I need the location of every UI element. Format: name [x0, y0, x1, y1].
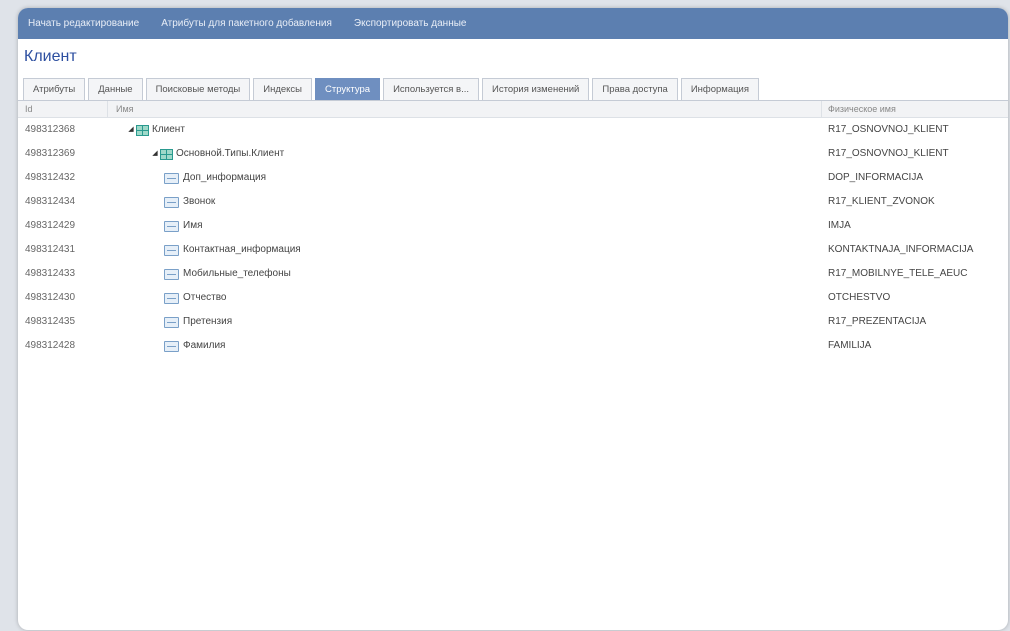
table-icon — [160, 148, 173, 160]
row-name: Мобильные_телефоны — [183, 268, 291, 279]
row-id: 498312433 — [25, 268, 76, 279]
batch-attributes-button[interactable]: Атрибуты для пакетного добавления — [161, 18, 332, 29]
row-id: 498312428 — [25, 340, 76, 351]
row-physical-name: KONTAKTNAJA_INFORMACIJA — [828, 244, 974, 255]
field-icon — [164, 340, 179, 352]
row-id: 498312431 — [25, 244, 76, 255]
table-row[interactable]: 498312430 Отчество OTCHESTVO — [18, 286, 1008, 310]
field-icon — [164, 244, 179, 256]
expand-collapse-icon[interactable]: ◢ — [150, 142, 160, 166]
table-row[interactable]: 498312369 ◢ Основной.Типы.Клиент R17_OSNOVN… — [18, 142, 1008, 166]
row-name: Отчество — [183, 292, 227, 303]
grid-body: 498312368 ◢ Клиент R17_OSNOVNOJ_KLIENT 49831… — [18, 118, 1008, 358]
row-name: Контактная_информация — [183, 244, 301, 255]
row-physical-name: R17_OSNOVNOJ_KLIENT — [828, 124, 949, 135]
table-icon — [136, 124, 149, 136]
row-physical-name: R17_PREZENTACIJA — [828, 316, 927, 327]
row-physical-name: R17_MOBILNYE_TELE_AEUC — [828, 268, 968, 279]
tab-structure[interactable]: Структура — [315, 78, 381, 100]
structure-grid: Id Имя Физическое имя 498312368 ◢ Клиент R1… — [18, 101, 1008, 358]
column-header-name[interactable]: Имя — [108, 101, 822, 117]
table-row[interactable]: 498312434 Звонок R17_KLIENT_ZVONOK — [18, 190, 1008, 214]
field-icon — [164, 172, 179, 184]
row-physical-name: DOP_INFORMACIJA — [828, 172, 924, 183]
row-name-cell: Доп_информация — [108, 166, 822, 190]
expand-collapse-icon[interactable]: ◢ — [126, 118, 136, 142]
tab-bar: Атрибуты Данные Поисковые методы Индексы… — [18, 74, 1008, 101]
row-name-cell: Фамилия — [108, 334, 822, 358]
table-row[interactable]: 498312368 ◢ Клиент R17_OSNOVNOJ_KLIENT — [18, 118, 1008, 142]
field-icon — [164, 220, 179, 232]
tab-information[interactable]: Информация — [680, 78, 760, 100]
tab-data[interactable]: Данные — [88, 78, 143, 100]
row-id: 498312432 — [25, 172, 76, 183]
table-row[interactable]: 498312428 Фамилия FAMILIJA — [18, 334, 1008, 358]
column-header-physical-name[interactable]: Физическое имя — [822, 101, 1008, 117]
row-physical-name: R17_OSNOVNOJ_KLIENT — [828, 148, 949, 159]
row-name: Клиент — [152, 124, 185, 135]
table-row[interactable]: 498312432 Доп_информация DOP_INFORMACIJA — [18, 166, 1008, 190]
tab-history[interactable]: История изменений — [482, 78, 590, 100]
row-name-cell: Претензия — [108, 310, 822, 334]
table-row[interactable]: 498312431 Контактная_информация KONTAKTNAJ… — [18, 238, 1008, 262]
row-physical-name: R17_KLIENT_ZVONOK — [828, 196, 935, 207]
table-row[interactable]: 498312435 Претензия R17_PREZENTACIJA — [18, 310, 1008, 334]
row-name-cell: Контактная_информация — [108, 238, 822, 262]
grid-header: Id Имя Физическое имя — [18, 101, 1008, 118]
row-name-cell: Имя — [108, 214, 822, 238]
row-id: 498312369 — [25, 148, 76, 159]
row-id: 498312435 — [25, 316, 76, 327]
row-name: Основной.Типы.Клиент — [176, 148, 285, 159]
export-data-button[interactable]: Экспортировать данные — [354, 18, 467, 29]
tab-used-in[interactable]: Используется в... — [383, 78, 479, 100]
column-header-id[interactable]: Id — [18, 101, 108, 117]
table-row[interactable]: 498312429 Имя IMJA — [18, 214, 1008, 238]
row-id: 498312434 — [25, 196, 76, 207]
tab-access-rights[interactable]: Права доступа — [592, 78, 678, 100]
table-row[interactable]: 498312433 Мобильные_телефоны R17_MOBILNYE_… — [18, 262, 1008, 286]
start-editing-button[interactable]: Начать редактирование — [28, 18, 139, 29]
tab-search-methods[interactable]: Поисковые методы — [145, 78, 251, 100]
row-name: Претензия — [183, 316, 233, 327]
row-name: Звонок — [183, 196, 216, 207]
row-name-cell: ◢ Клиент — [108, 118, 822, 142]
row-name-cell: ◢ Основной.Типы.Клиент — [108, 142, 822, 166]
row-name: Доп_информация — [183, 172, 267, 183]
row-name-cell: Звонок — [108, 190, 822, 214]
row-id: 498312429 — [25, 220, 76, 231]
tab-attributes[interactable]: Атрибуты — [23, 78, 86, 100]
row-id: 498312430 — [25, 292, 76, 303]
row-physical-name: OTCHESTVO — [828, 292, 891, 303]
field-icon — [164, 268, 179, 280]
row-name: Фамилия — [183, 340, 226, 351]
tab-indexes[interactable]: Индексы — [253, 78, 313, 100]
row-physical-name: IMJA — [828, 220, 851, 231]
toolbar: Начать редактирование Атрибуты для пакет… — [18, 8, 1008, 39]
row-name-cell: Мобильные_телефоны — [108, 262, 822, 286]
row-name: Имя — [183, 220, 203, 231]
row-physical-name: FAMILIJA — [828, 340, 872, 351]
page-title: Клиент — [24, 48, 77, 65]
main-window: Начать редактирование Атрибуты для пакет… — [18, 8, 1008, 630]
field-icon — [164, 316, 179, 328]
row-name-cell: Отчество — [108, 286, 822, 310]
row-id: 498312368 — [25, 124, 76, 135]
field-icon — [164, 292, 179, 304]
field-icon — [164, 196, 179, 208]
